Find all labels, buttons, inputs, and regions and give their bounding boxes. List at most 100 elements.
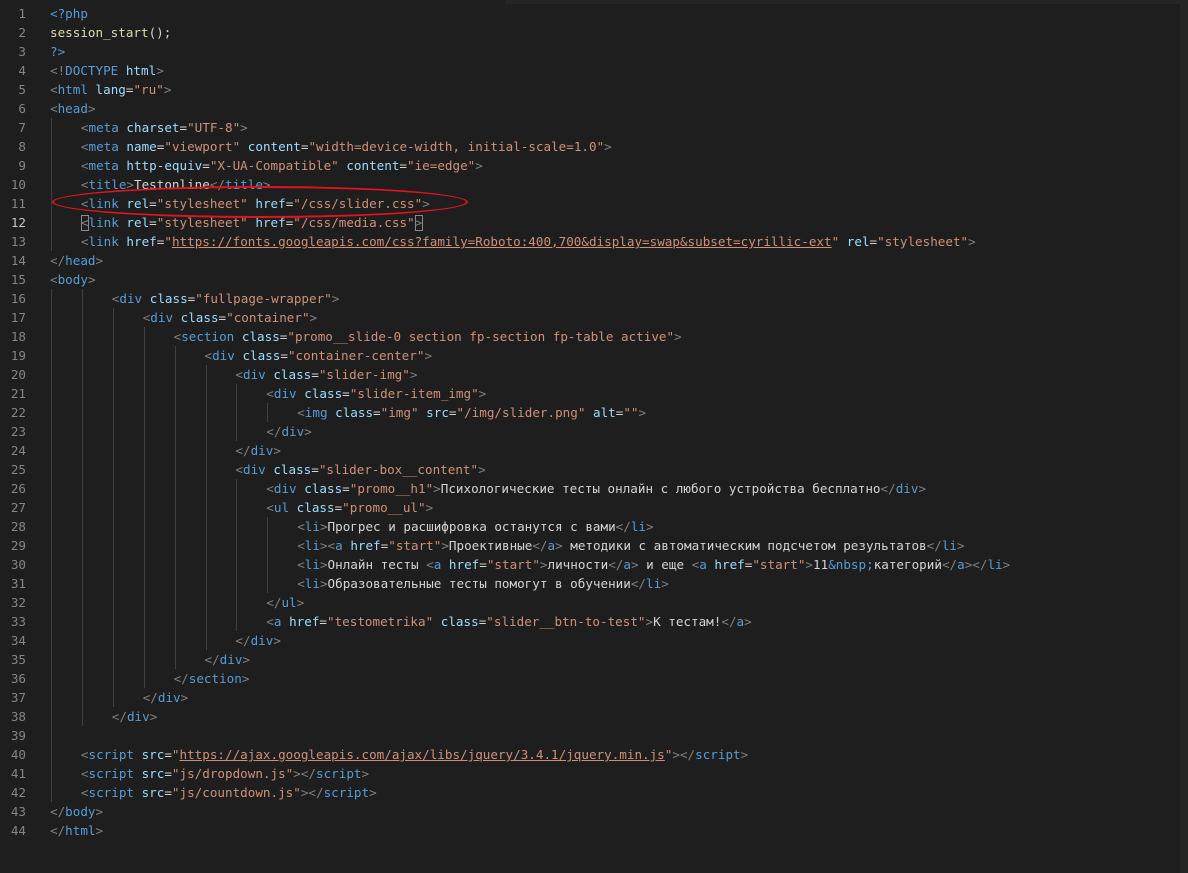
code-line[interactable]: 37 </div> xyxy=(0,688,1180,707)
code-text[interactable]: <head> xyxy=(50,99,96,118)
code-text[interactable]: <section class="promo__slide-0 section f… xyxy=(174,327,682,346)
code-line[interactable]: 42 <script src="js/countdown.js"></script… xyxy=(0,783,1180,802)
code-line[interactable]: 26 <div class="promo__h1">Психологические… xyxy=(0,479,1180,498)
code-text[interactable]: </div> xyxy=(143,688,189,707)
code-line[interactable]: 7 <meta charset="UTF-8"> xyxy=(0,118,1180,137)
code-line[interactable]: 17 <div class="container"> xyxy=(0,308,1180,327)
code-text[interactable]: </div> xyxy=(112,707,158,726)
code-line[interactable]: 22 <img class="img" src="/img/slider.png"… xyxy=(0,403,1180,422)
code-line[interactable]: 33 <a href="testometrika" class="slider__… xyxy=(0,612,1180,631)
indent-guide xyxy=(112,460,114,479)
code-editor[interactable]: 1 <?php 2 session_start(); 3 ?> 4 <!DOCTYPE htm… xyxy=(0,0,1188,873)
code-text[interactable]: <title>Testonline</title> xyxy=(81,175,271,194)
code-text[interactable]: </div> xyxy=(235,631,281,650)
code-token: > xyxy=(539,557,548,572)
code-text[interactable]: <script src="https://ajax.googleapis.com… xyxy=(81,745,748,764)
code-text[interactable]: session_start(); xyxy=(50,23,171,42)
code-line[interactable]: 32 </ul> xyxy=(0,593,1180,612)
code-line[interactable]: 23 </div> xyxy=(0,422,1180,441)
code-text[interactable]: ?> xyxy=(50,42,65,61)
code-line[interactable]: 10 <title>Testonline</title> xyxy=(0,175,1180,194)
code-text[interactable]: <?php xyxy=(50,4,88,23)
code-token: div xyxy=(119,291,143,306)
code-line[interactable]: 36 </section> xyxy=(0,669,1180,688)
code-line[interactable]: 39 xyxy=(0,726,1180,745)
code-line[interactable]: 3 ?> xyxy=(0,42,1180,61)
code-text[interactable]: <div class="slider-item_img"> xyxy=(266,384,486,403)
code-token: "slider-box__content" xyxy=(318,462,479,477)
code-line[interactable]: 5 <html lang="ru"> xyxy=(0,80,1180,99)
code-line[interactable]: 38 </div> xyxy=(0,707,1180,726)
code-text[interactable]: <link rel="stylesheet" href="/css/slider… xyxy=(81,194,430,213)
code-text[interactable]: <li>Прогрес и расшифровка останутся с ва… xyxy=(297,517,653,536)
code-text[interactable]: <li><a href="start">Проективные</a> мето… xyxy=(297,536,964,555)
code-line[interactable]: 29 <li><a href="start">Проективные</a> ме… xyxy=(0,536,1180,555)
code-line[interactable]: 34 </div> xyxy=(0,631,1180,650)
code-text[interactable]: </div> xyxy=(205,650,251,669)
code-text[interactable]: </head> xyxy=(50,251,103,270)
code-line[interactable]: 16 <div class="fullpage-wrapper"> xyxy=(0,289,1180,308)
code-line[interactable]: 41 <script src="js/dropdown.js"></script> xyxy=(0,764,1180,783)
code-token: </ xyxy=(880,481,896,496)
code-line[interactable]: 15 <body> xyxy=(0,270,1180,289)
code-text[interactable]: <script src="js/dropdown.js"></script> xyxy=(81,764,369,783)
code-text[interactable]: <a href="testometrika" class="slider__bt… xyxy=(266,612,751,631)
code-line[interactable]: 6 <head> xyxy=(0,99,1180,118)
code-line[interactable]: 1 <?php xyxy=(0,4,1180,23)
code-text[interactable]: </section> xyxy=(174,669,250,688)
code-line[interactable]: 44 </html> xyxy=(0,821,1180,840)
code-line[interactable]: 21 <div class="slider-item_img"> xyxy=(0,384,1180,403)
code-text[interactable]: <meta name="viewport" content="width=dev… xyxy=(81,137,612,156)
code-line[interactable]: 30 <li>Онлайн тесты <a href="start">лично… xyxy=(0,555,1180,574)
code-text[interactable]: </ul> xyxy=(266,593,304,612)
code-line[interactable]: 43 </body> xyxy=(0,802,1180,821)
code-text[interactable]: <html lang="ru"> xyxy=(50,80,171,99)
indent-guide xyxy=(51,194,52,213)
code-line[interactable]: 28 <li>Прогрес и расшифровка останутся с … xyxy=(0,517,1180,536)
code-line[interactable]: 2 session_start(); xyxy=(0,23,1180,42)
code-text[interactable]: </html> xyxy=(50,821,103,840)
code-token: ></ xyxy=(293,766,316,781)
code-text[interactable]: <meta charset="UTF-8"> xyxy=(81,118,248,137)
code-text[interactable]: <link href="https://fonts.googleapis.com… xyxy=(81,232,976,251)
code-text[interactable]: <div class="promo__h1">Психологические т… xyxy=(266,479,926,498)
indent-guide xyxy=(143,460,145,479)
code-text[interactable]: <body> xyxy=(50,270,96,289)
code-line[interactable]: 9 <meta http-equiv="X-UA-Compatible" cont… xyxy=(0,156,1180,175)
code-text[interactable]: <img class="img" src="/img/slider.png" a… xyxy=(297,403,646,422)
code-line[interactable]: 27 <ul class="promo__ul"> xyxy=(0,498,1180,517)
code-line[interactable]: 31 <li>Образовательные тесты помогут в об… xyxy=(0,574,1180,593)
code-text[interactable]: <div class="slider-box__content"> xyxy=(235,460,485,479)
code-text[interactable]: <script src="js/countdown.js"></script> xyxy=(81,783,377,802)
code-text[interactable]: <li>Образовательные тесты помогут в обуч… xyxy=(297,574,669,593)
code-line[interactable]: 24 </div> xyxy=(0,441,1180,460)
code-line[interactable]: 13 <link href="https://fonts.googleapis.c… xyxy=(0,232,1180,251)
code-line[interactable]: 25 <div class="slider-box__content"> xyxy=(0,460,1180,479)
code-line[interactable]: 40 <script src="https://ajax.googleapis.c… xyxy=(0,745,1180,764)
code-line[interactable]: 14 </head> xyxy=(0,251,1180,270)
code-text[interactable]: <div class="slider-img"> xyxy=(235,365,417,384)
code-token: </ xyxy=(608,557,624,572)
code-text[interactable]: <!DOCTYPE html> xyxy=(50,61,164,80)
code-text[interactable]: <div class="container-center"> xyxy=(205,346,433,365)
code-line[interactable]: 11 <link rel="stylesheet" href="/css/slid… xyxy=(0,194,1180,213)
code-text[interactable]: <meta http-equiv="X-UA-Compatible" conte… xyxy=(81,156,483,175)
code-text[interactable]: </div> xyxy=(235,441,281,460)
code-text[interactable]: <li>Онлайн тесты <a href="start">личност… xyxy=(297,555,1010,574)
code-text[interactable]: </div> xyxy=(266,422,312,441)
code-line[interactable]: 35 </div> xyxy=(0,650,1180,669)
code-text[interactable]: <ul class="promo__ul"> xyxy=(266,498,433,517)
code-text[interactable]: </body> xyxy=(50,802,103,821)
vertical-scrollbar[interactable] xyxy=(1180,0,1188,873)
code-line[interactable]: 19 <div class="container-center"> xyxy=(0,346,1180,365)
code-line[interactable]: 18 <section class="promo__slide-0 section… xyxy=(0,327,1180,346)
code-line[interactable]: 12 <link rel="stylesheet" href="/css/medi… xyxy=(0,213,1180,232)
code-line[interactable]: 20 <div class="slider-img"> xyxy=(0,365,1180,384)
indent-guide xyxy=(174,555,176,574)
code-line[interactable]: 4 <!DOCTYPE html> xyxy=(0,61,1180,80)
line-number: 32 xyxy=(10,595,26,610)
code-text[interactable]: <link rel="stylesheet" href="/css/media.… xyxy=(81,213,422,232)
code-text[interactable]: <div class="fullpage-wrapper"> xyxy=(112,289,340,308)
code-line[interactable]: 8 <meta name="viewport" content="width=de… xyxy=(0,137,1180,156)
code-text[interactable]: <div class="container"> xyxy=(143,308,317,327)
